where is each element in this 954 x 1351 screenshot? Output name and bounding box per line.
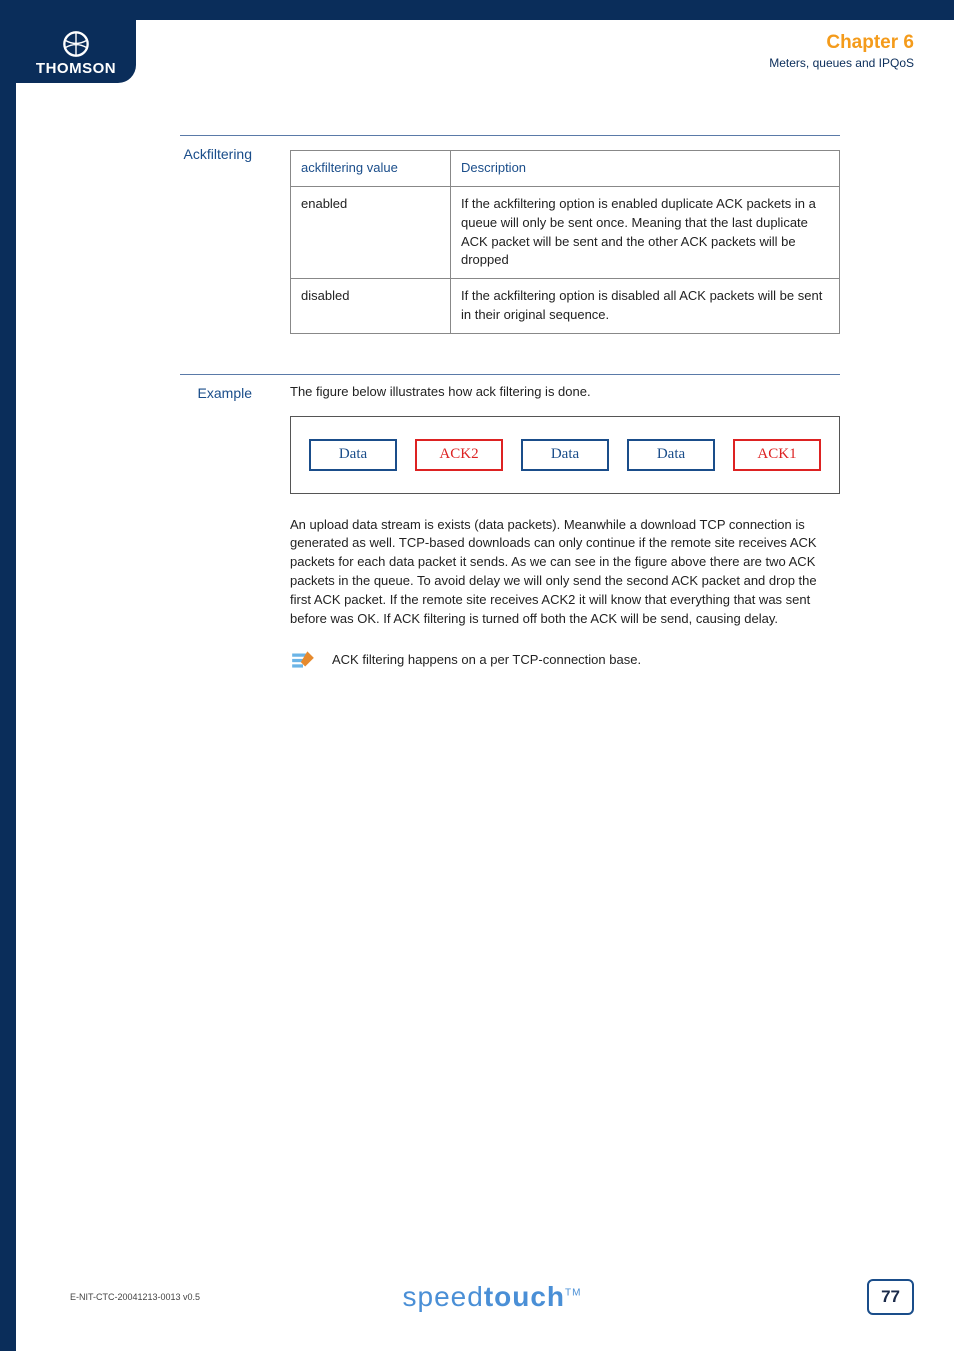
chapter-title: Chapter 6	[769, 32, 914, 54]
section-rule	[180, 135, 840, 136]
section-label: Example	[180, 383, 270, 401]
table-header-row: ackfiltering value Description	[291, 151, 840, 187]
left-bar	[0, 0, 16, 1351]
page-footer: E-NIT-CTC-20041213-0013 v0.5 speedtouchT…	[70, 1279, 914, 1315]
table-row: disabled If the ackfiltering option is d…	[291, 279, 840, 334]
packet-data: Data	[309, 439, 397, 471]
footer-brand: speedtouchTM	[403, 1281, 582, 1313]
packet-data: Data	[521, 439, 609, 471]
example-paragraph: An upload data stream is exists (data pa…	[290, 516, 840, 629]
col-header-desc: Description	[451, 151, 840, 187]
note-row: ACK filtering happens on a per TCP-conne…	[290, 647, 840, 673]
chapter-header: Chapter 6 Meters, queues and IPQoS	[769, 32, 914, 70]
cell-value: disabled	[291, 279, 451, 334]
example-intro: The figure below illustrates how ack fil…	[290, 383, 840, 402]
brand-part2: touch	[484, 1281, 565, 1312]
example-section: Example The figure below illustrates how…	[180, 374, 840, 673]
col-header-value: ackfiltering value	[291, 151, 451, 187]
brand-part1: speed	[403, 1281, 484, 1312]
cell-desc: If the ackfiltering option is disabled a…	[451, 279, 840, 334]
table-row: enabled If the ackfiltering option is en…	[291, 186, 840, 278]
doc-id: E-NIT-CTC-20041213-0013 v0.5	[70, 1292, 200, 1302]
brand-logo: THOMSON	[16, 18, 136, 83]
cell-desc: If the ackfiltering option is enabled du…	[451, 186, 840, 278]
section-rule	[180, 374, 840, 375]
thomson-globe-icon	[62, 30, 90, 58]
page-content: Ackfiltering ackfiltering value Descript…	[180, 135, 840, 673]
ackfiltering-section: Ackfiltering ackfiltering value Descript…	[180, 144, 840, 334]
page-number: 77	[867, 1279, 914, 1315]
packet-data: Data	[627, 439, 715, 471]
brand-name: THOMSON	[36, 60, 116, 77]
ackfiltering-table: ackfiltering value Description enabled I…	[290, 150, 840, 334]
packet-ack: ACK2	[415, 439, 503, 471]
top-bar	[0, 0, 954, 20]
section-label: Ackfiltering	[180, 144, 270, 162]
brand-tm: TM	[565, 1288, 581, 1299]
packet-ack: ACK1	[733, 439, 821, 471]
note-pencil-icon	[290, 647, 316, 673]
note-text: ACK filtering happens on a per TCP-conne…	[332, 647, 641, 670]
packet-queue-figure: Data ACK2 Data Data ACK1	[290, 416, 840, 494]
chapter-subtitle: Meters, queues and IPQoS	[769, 56, 914, 70]
cell-value: enabled	[291, 186, 451, 278]
